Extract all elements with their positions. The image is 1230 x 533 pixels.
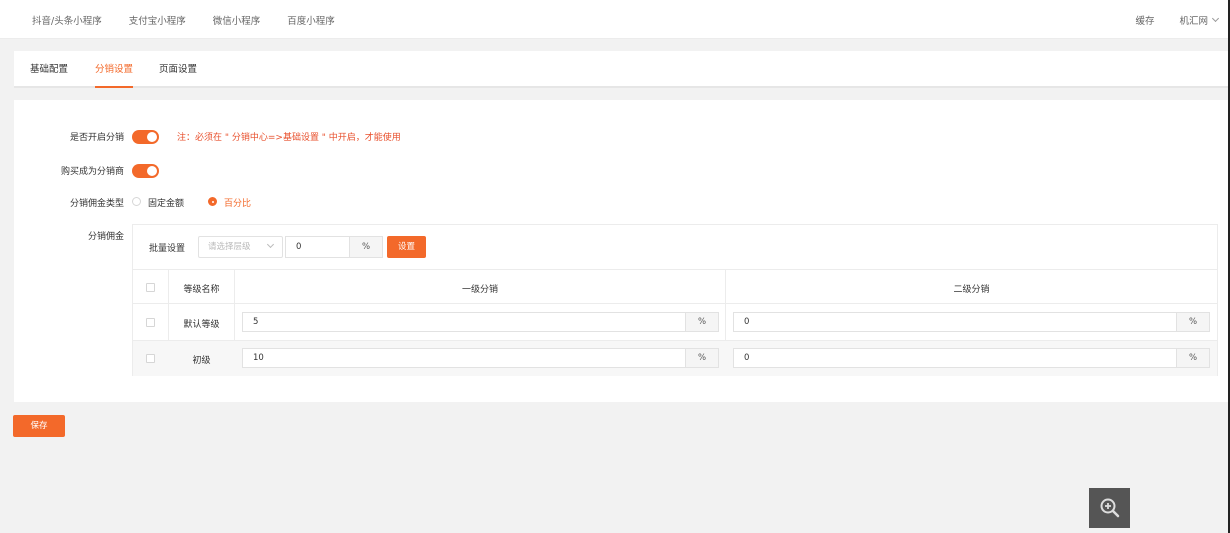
tabs-bar: 基础配置 分销设置 页面设置 <box>14 51 1228 88</box>
level1-percent-unit: % <box>685 312 719 332</box>
radio-percentage[interactable] <box>208 197 217 206</box>
level2-percent-unit: % <box>1176 348 1210 368</box>
row-checkbox[interactable] <box>146 318 155 327</box>
commission-label: 分销佣金 <box>87 232 124 242</box>
topnav-douyin[interactable]: 抖音/头条小程序 <box>32 13 102 27</box>
header-level-name: 等级名称 <box>183 285 220 295</box>
commission-type-label: 分销佣金类型 <box>69 199 124 209</box>
topnav-alipay[interactable]: 支付宝小程序 <box>129 13 186 27</box>
top-nav: 抖音/头条小程序 支付宝小程序 微信小程序 百度小程序 <box>32 0 362 39</box>
batch-settings-label: 批量设置 <box>149 244 186 254</box>
select-all-checkbox[interactable] <box>146 283 155 292</box>
cache-link[interactable]: 缓存 <box>1135 13 1154 27</box>
top-bar: 抖音/头条小程序 支付宝小程序 微信小程序 百度小程序 缓存 机汇网 <box>0 0 1230 39</box>
tab-page-settings[interactable]: 页面设置 <box>159 51 197 88</box>
enable-distribution-toggle[interactable] <box>132 130 159 144</box>
header-level2: 二级分销 <box>953 285 990 295</box>
level1-input[interactable]: 10 <box>242 348 685 368</box>
level2-input[interactable]: 0 <box>733 348 1176 368</box>
radio-fixed-amount[interactable] <box>132 197 141 206</box>
topnav-baidu[interactable]: 百度小程序 <box>287 13 335 27</box>
radio-percentage-label[interactable]: 百分比 <box>224 196 251 209</box>
enable-note: 注：必须在 " 分销中心=>基础设置 " 中开启，才能使用 <box>177 133 401 143</box>
commission-box: 批量设置 请选择层级 0 % 设置 等级名称 一级分销 二级分销 默认等级 5 … <box>132 224 1218 376</box>
row-level-name: 默认等级 <box>183 320 220 330</box>
zoom-in-button[interactable] <box>1089 488 1130 528</box>
buy-become-distributor-toggle[interactable] <box>132 164 159 178</box>
level2-percent-unit: % <box>1176 312 1210 332</box>
settings-panel: 是否开启分销 注：必须在 " 分销中心=>基础设置 " 中开启，才能使用 购买成… <box>14 100 1228 402</box>
user-name: 机汇网 <box>1179 15 1208 27</box>
level2-input[interactable]: 0 <box>733 312 1176 332</box>
batch-set-button[interactable]: 设置 <box>387 236 426 258</box>
zoom-in-icon <box>1100 498 1119 518</box>
chevron-down-icon <box>1211 14 1220 22</box>
chevron-down-icon <box>266 240 275 249</box>
batch-value-input[interactable]: 0 <box>285 236 349 258</box>
batch-percent-unit: % <box>349 236 383 258</box>
level1-percent-unit: % <box>685 348 719 368</box>
topnav-wechat[interactable]: 微信小程序 <box>213 13 261 27</box>
header-level1: 一级分销 <box>461 285 498 295</box>
top-right: 缓存 机汇网 <box>1135 0 1220 39</box>
row-level-name: 初级 <box>192 356 211 366</box>
radio-fixed-amount-label[interactable]: 固定金额 <box>148 196 184 209</box>
level-select[interactable]: 请选择层级 <box>198 236 283 258</box>
table-divider <box>133 303 1217 304</box>
level-select-placeholder: 请选择层级 <box>208 242 251 252</box>
buy-become-distributor-label: 购买成为分销商 <box>60 167 124 177</box>
save-button[interactable]: 保存 <box>13 415 65 437</box>
level1-input[interactable]: 5 <box>242 312 685 332</box>
user-menu[interactable]: 机汇网 <box>1179 13 1220 27</box>
enable-distribution-label: 是否开启分销 <box>69 133 124 143</box>
row-checkbox[interactable] <box>146 354 155 363</box>
table-border-top <box>133 269 1217 270</box>
tab-distribution-settings[interactable]: 分销设置 <box>95 51 134 88</box>
tab-basic-config[interactable]: 基础配置 <box>30 51 68 88</box>
